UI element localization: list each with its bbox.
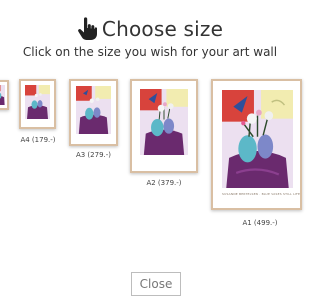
size-option-a3[interactable] (69, 79, 118, 146)
artwork-thumbnail (140, 89, 188, 155)
size-caption-a3[interactable]: A3 (279.-) (69, 151, 118, 159)
size-option-a5[interactable] (0, 80, 9, 110)
artwork-thumbnail (0, 85, 5, 105)
close-button[interactable]: Close (131, 272, 181, 296)
size-caption-a5[interactable]: ..-) (0, 127, 8, 135)
dialog-header: Choose size (0, 14, 300, 44)
size-option-a4[interactable] (19, 79, 56, 129)
artwork-thumbnail (25, 85, 50, 119)
size-caption-a4[interactable]: A4 (179.-) (14, 136, 62, 144)
dialog-title: Choose size (101, 17, 224, 41)
size-caption-a2[interactable]: A2 (379.-) (130, 179, 198, 187)
size-chooser-dialog: Choose size Click on the size you wish f… (0, 0, 302, 300)
artwork-thumbnail (222, 90, 293, 188)
size-option-a1[interactable]: SUSANNE BERTELSEN · BLUE VASES STILL LIF… (211, 79, 302, 210)
size-option-a2[interactable] (130, 79, 198, 173)
artwork-thumbnail (76, 86, 111, 134)
artwork-signature-text: SUSANNE BERTELSEN · BLUE VASES STILL LIF… (222, 192, 301, 196)
dialog-subtitle: Click on the size you wish for your art … (22, 45, 278, 59)
size-caption-a1[interactable]: A1 (499.-) (230, 219, 290, 227)
hand-pointer-icon (77, 17, 97, 41)
